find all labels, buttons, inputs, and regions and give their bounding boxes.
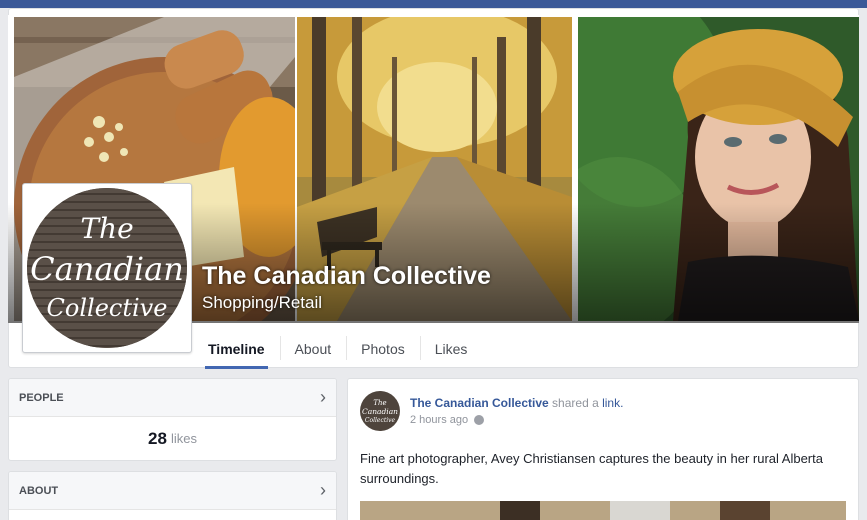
top-blue-bar <box>0 0 867 8</box>
post-attached-image[interactable] <box>360 501 846 520</box>
tab-likes[interactable]: Likes <box>419 330 483 368</box>
likes-count: 28 <box>148 428 167 448</box>
post-author-link[interactable]: The Canadian Collective <box>410 396 549 410</box>
logo-text-the: The <box>80 212 133 245</box>
profile-picture[interactable]: The Canadian Collective <box>22 183 192 353</box>
people-card: PEOPLE › 28 likes <box>8 378 337 461</box>
cover-photo-woman-portrait <box>578 17 859 321</box>
tab-about[interactable]: About <box>279 330 347 368</box>
chevron-right-icon: › <box>320 387 326 407</box>
post-header: The Canadian Collective shared a link. <box>410 396 623 410</box>
globe-icon[interactable] <box>474 415 485 425</box>
page-title[interactable]: The Canadian Collective <box>202 262 491 291</box>
timeline-post: The Canadian Collective The Canadian Col… <box>347 378 859 520</box>
avatar-logo-canadian: Canadian <box>362 407 398 416</box>
avatar-logo-the: The <box>373 399 386 407</box>
about-card: ABOUT › <box>8 471 337 520</box>
chevron-right-icon: › <box>320 480 326 500</box>
likes-label: likes <box>170 431 197 446</box>
post-shared-link[interactable]: link. <box>602 396 623 410</box>
page-tabs: Timeline About Photos Likes <box>193 330 483 369</box>
post-action-text: shared a <box>552 396 599 410</box>
tab-photos[interactable]: Photos <box>346 330 420 368</box>
post-author-avatar[interactable]: The Canadian Collective <box>360 391 400 431</box>
likes-count-row[interactable]: 28 likes <box>9 417 336 460</box>
page-category[interactable]: Shopping/Retail <box>202 293 322 313</box>
people-card-title: PEOPLE <box>19 391 64 404</box>
post-meta: 2 hours ago <box>410 414 485 426</box>
people-card-header[interactable]: PEOPLE › <box>9 379 336 417</box>
about-card-header[interactable]: ABOUT › <box>9 472 336 510</box>
logo-text-canadian: Canadian <box>30 250 184 288</box>
post-body-text: Fine art photographer, Avey Christiansen… <box>360 451 823 486</box>
about-card-title: ABOUT <box>19 484 59 497</box>
tab-timeline[interactable]: Timeline <box>193 330 280 369</box>
post-timestamp[interactable]: 2 hours ago <box>410 414 468 426</box>
logo-text-collective: Collective <box>47 294 168 322</box>
avatar-logo-collective: Collective <box>365 417 396 424</box>
